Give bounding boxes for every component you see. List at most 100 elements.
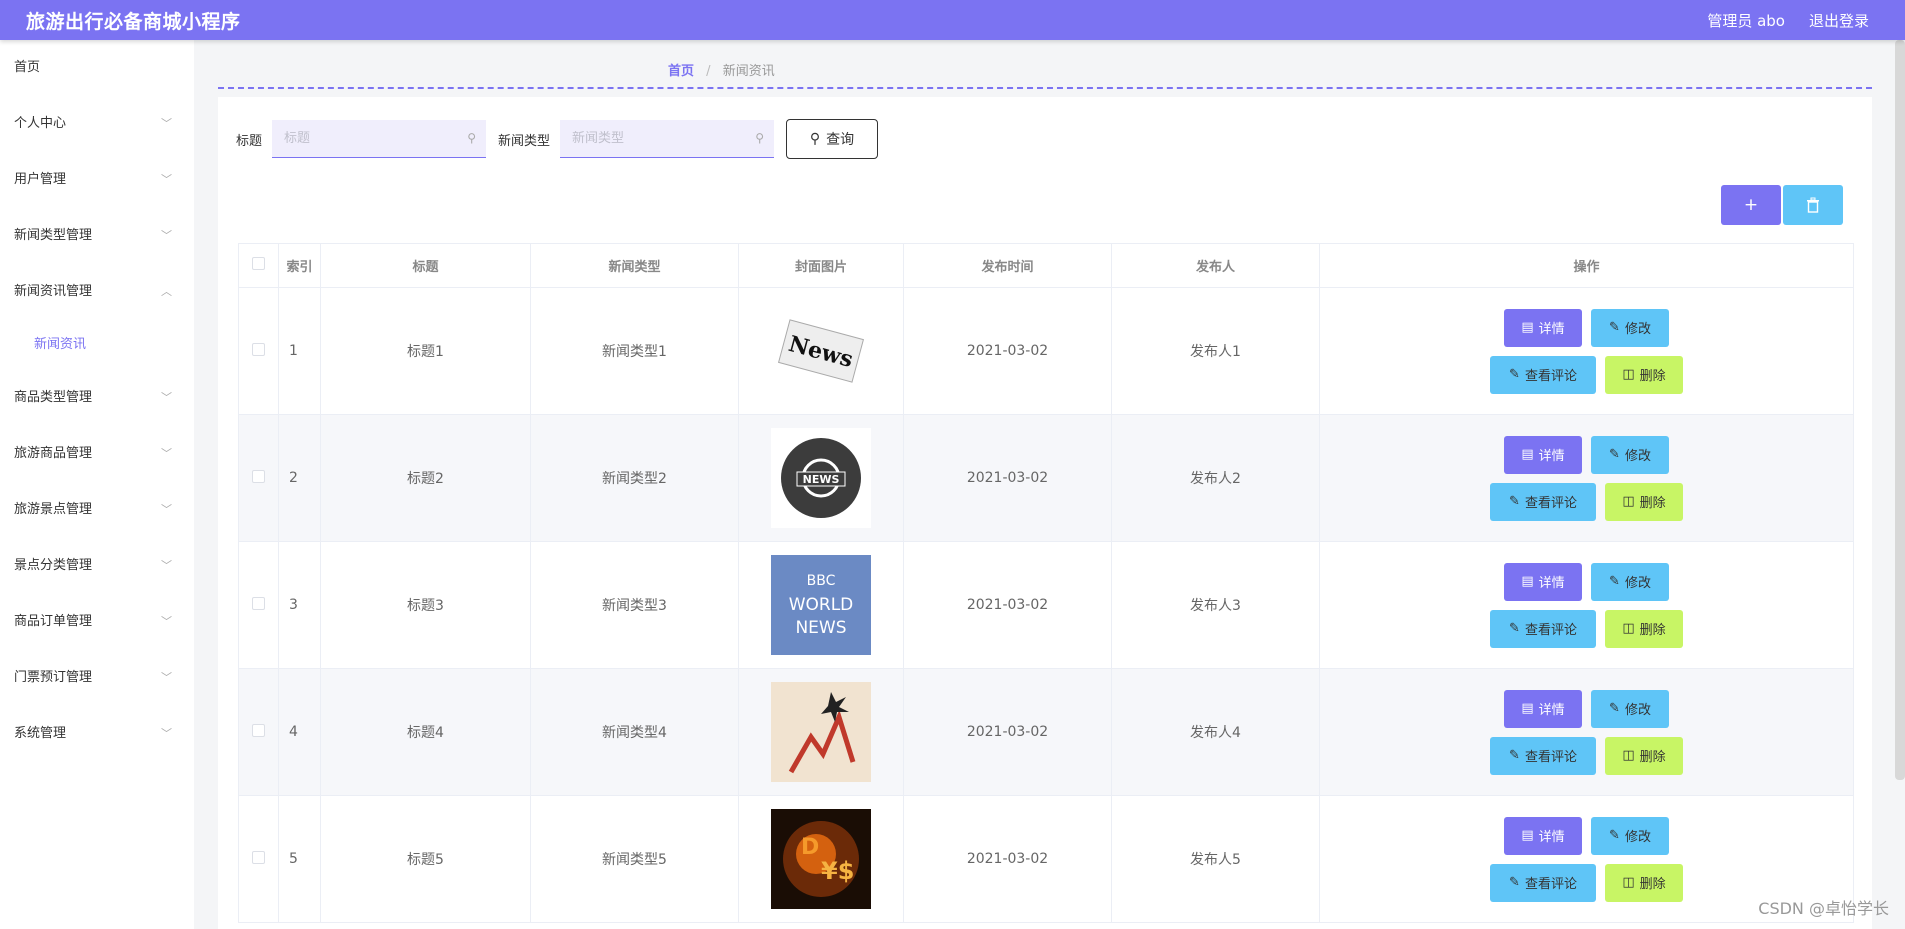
sidebar-item[interactable]: 新闻类型管理 ﹀ [0,208,194,264]
add-button[interactable]: + [1721,185,1781,225]
document-icon: ▤ [1521,701,1534,716]
edit-button[interactable]: ✎ 修改 [1591,308,1669,347]
trash-icon: ◫ [1622,748,1635,763]
cell-date: 2021-03-02 [903,795,1112,923]
cell-date: 2021-03-02 [903,668,1112,796]
svg-text:¥$: ¥$ [821,857,854,885]
edit-button[interactable]: ✎ 修改 [1591,816,1669,855]
sidebar-item[interactable]: 旅游商品管理 ﹀ [0,426,194,482]
col-header-actions: 操作 [1319,243,1854,288]
detail-button[interactable]: ▤ 详情 [1504,689,1582,728]
table-row: 1 标题1 新闻类型1 News 2021-03-02 发布人1 ▤ 详情 ✎ 修改 ✎ 查看评论 ◫ 删… [238,287,1854,415]
cell-author: 发布人1 [1111,287,1320,415]
main-content: 首页 / 新闻资讯 标题 ⚲ 新闻类型 ⚲ ⚲ 查询 + [194,40,1905,929]
watermark: CSDN @卓怡学长 [1758,899,1889,918]
sidebar-subitem-news[interactable]: 新闻资讯 [0,320,194,370]
sidebar-item[interactable]: 旅游景点管理 ﹀ [0,482,194,538]
view-comments-button[interactable]: ✎ 查看评论 [1490,863,1596,902]
type-search-field[interactable]: ⚲ [560,120,775,158]
edit-icon: ✎ [1509,875,1520,890]
type-input[interactable] [572,131,733,146]
cell-type: 新闻类型2 [530,414,739,542]
query-button-label: 查询 [826,132,855,148]
detail-button[interactable]: ▤ 详情 [1504,562,1582,601]
edit-button[interactable]: ✎ 修改 [1591,689,1669,728]
sidebar-item[interactable]: 首页 [0,40,194,96]
detail-button[interactable]: ▤ 详情 [1504,308,1582,347]
top-bar: 旅游出行必备商城小程序 管理员 abo 退出登录 [0,0,1905,40]
chevron-down-icon: ﹀ [161,615,172,628]
breadcrumb-home[interactable]: 首页 [668,64,694,79]
edit-icon: ✎ [1609,447,1620,462]
delete-button[interactable]: ◫ 删除 [1605,736,1683,775]
row-checkbox[interactable] [252,596,265,610]
sidebar-item[interactable]: 门票预订管理 ﹀ [0,650,194,706]
edit-icon: ✎ [1509,621,1520,636]
cell-type: 新闻类型5 [530,795,739,923]
col-header-title: 标题 [320,243,531,288]
view-comments-button[interactable]: ✎ 查看评论 [1490,355,1596,394]
row-select-cell[interactable] [238,414,279,542]
title-input[interactable] [284,131,445,146]
sidebar-item[interactable]: 个人中心 ﹀ [0,96,194,152]
cell-date: 2021-03-02 [903,287,1112,415]
sidebar-item[interactable]: 商品订单管理 ﹀ [0,594,194,650]
row-select-cell[interactable] [238,541,279,669]
edit-button[interactable]: ✎ 修改 [1591,435,1669,474]
delete-button[interactable]: ◫ 删除 [1605,609,1683,648]
title-search-field[interactable]: ⚲ [272,120,487,158]
row-select-cell[interactable] [238,795,279,923]
user-name[interactable]: 管理员 abo [1707,10,1785,31]
batch-delete-button[interactable] [1783,185,1843,225]
divider [218,87,1872,89]
row-checkbox[interactable] [252,723,265,737]
svg-text:NEWS: NEWS [803,473,840,486]
view-comments-button[interactable]: ✎ 查看评论 [1490,736,1596,775]
sidebar-item[interactable]: 景点分类管理 ﹀ [0,538,194,594]
detail-button-label: 详情 [1538,322,1565,337]
sidebar-item-label: 旅游景点管理 [14,502,93,517]
view-comments-button[interactable]: ✎ 查看评论 [1490,482,1596,521]
col-header-index: 索引 [278,243,321,288]
scrollbar[interactable] [1895,40,1905,780]
detail-button[interactable]: ▤ 详情 [1504,435,1582,474]
delete-button[interactable]: ◫ 删除 [1605,355,1683,394]
edit-button[interactable]: ✎ 修改 [1591,562,1669,601]
row-checkbox[interactable] [252,469,265,483]
select-all-cell[interactable] [238,243,279,288]
delete-button[interactable]: ◫ 删除 [1605,863,1683,902]
cell-author: 发布人3 [1111,541,1320,669]
trash-icon: ◫ [1622,494,1635,509]
row-select-cell[interactable] [238,668,279,796]
sidebar-item-label: 系统管理 [14,726,67,741]
view-comments-button[interactable]: ✎ 查看评论 [1490,609,1596,648]
cell-type: 新闻类型4 [530,668,739,796]
chevron-down-icon: ﹀ [161,503,172,516]
sidebar-item[interactable]: 系统管理 ﹀ [0,706,194,762]
col-header-date: 发布时间 [903,243,1112,288]
row-select-cell[interactable] [238,287,279,415]
col-header-cover: 封面图片 [738,243,904,288]
cover-image: BBC WORLD NEWS [771,555,871,655]
sidebar-item-label: 用户管理 [14,172,67,187]
select-all-checkbox[interactable] [252,257,265,270]
sidebar-item-label: 新闻类型管理 [14,228,93,243]
chevron-down-icon: ﹀ [161,117,172,130]
sidebar-item[interactable]: 商品类型管理 ﹀ [0,370,194,426]
row-checkbox[interactable] [252,342,265,356]
row-checkbox[interactable] [252,850,265,864]
sidebar-item[interactable]: 新闻资讯管理 ︿ [0,264,194,320]
cover-image: NEWS [771,428,871,528]
chevron-down-icon: ﹀ [161,391,172,404]
delete-button[interactable]: ◫ 删除 [1605,482,1683,521]
query-button[interactable]: ⚲ 查询 [786,119,879,159]
logout-link[interactable]: 退出登录 [1809,10,1869,31]
view-comments-label: 查看评论 [1524,623,1577,638]
detail-button[interactable]: ▤ 详情 [1504,816,1582,855]
news-table: 索引 标题 新闻类型 封面图片 发布时间 发布人 操作 1 标题1 新闻类型1 New… [238,243,1854,923]
document-icon: ▤ [1521,828,1534,843]
sidebar-item[interactable]: 用户管理 ﹀ [0,152,194,208]
cell-type: 新闻类型3 [530,541,739,669]
cell-actions: ▤ 详情 ✎ 修改 ✎ 查看评论 ◫ 删除 [1319,541,1854,669]
document-icon: ▤ [1521,320,1534,335]
